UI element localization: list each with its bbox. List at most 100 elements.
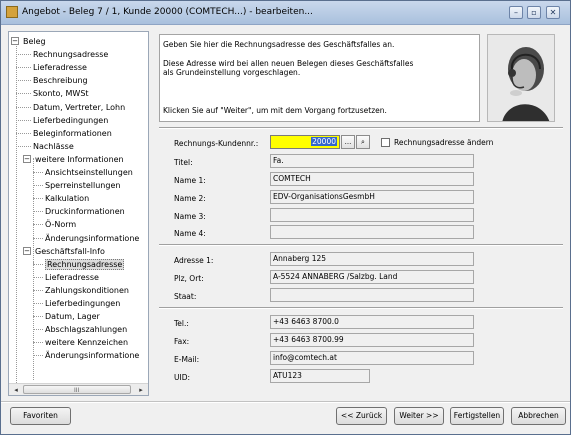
tree-item[interactable]: Rechnungsadresse <box>45 258 125 271</box>
tree-connector <box>33 329 43 330</box>
uid-field[interactable]: ATU123 <box>270 369 370 383</box>
kundennr-label: Rechnungs-Kundennr.: <box>174 139 259 148</box>
tree-item[interactable]: Beleg <box>23 35 46 48</box>
next-button[interactable]: Weiter >> <box>394 407 444 425</box>
tree-item-label: Rechnungsadresse <box>33 50 109 59</box>
tree-line <box>33 158 34 270</box>
kundennr-input[interactable]: 20000 <box>270 135 340 149</box>
section-divider <box>159 127 563 129</box>
wizard-window: Angebot - Beleg 7 / 1, Kunde 20000 (COMT… <box>0 0 571 435</box>
tree-item-label: Ansichtseinstellungen <box>45 168 133 177</box>
tree-item[interactable]: Lieferbedingungen <box>45 297 120 310</box>
tree-item[interactable]: Datum, Lager <box>45 310 100 323</box>
fax-label: Fax: <box>174 337 190 346</box>
name1-field[interactable]: COMTECH <box>270 172 474 186</box>
tree-horizontal-scrollbar[interactable]: ◂ III ▸ <box>9 383 148 395</box>
tree-item[interactable]: Lieferadresse <box>45 271 99 284</box>
tree-item-label: Kalkulation <box>45 194 90 203</box>
tree-connector <box>16 80 31 81</box>
tree-item[interactable]: Ö-Norm <box>45 218 76 231</box>
tree-item-label: Zahlungskonditionen <box>45 286 129 295</box>
panel-splitter[interactable] <box>151 31 154 396</box>
favoriten-button[interactable]: Favoriten <box>10 407 71 425</box>
tree-item[interactable]: weitere Informationen <box>35 153 124 166</box>
tree-item[interactable]: Nachlässe <box>33 140 74 153</box>
scroll-left-icon[interactable]: ◂ <box>10 385 22 395</box>
navigation-tree[interactable]: Beleg − Rechnungsadresse Lieferadresse Besch… <box>8 31 149 396</box>
tree-item-label: Änderungsinformatione <box>45 351 140 360</box>
tree-item[interactable]: weitere Kennzeichen <box>45 336 128 349</box>
collapse-icon[interactable]: − <box>23 247 31 255</box>
search-icon[interactable]: ⌕ <box>356 135 370 149</box>
change-address-checkbox[interactable] <box>381 138 390 147</box>
tree-item-label: Rechnungsadresse <box>45 259 125 270</box>
browse-button[interactable]: ... <box>341 135 355 149</box>
tree-item[interactable]: Rechnungsadresse <box>33 48 108 61</box>
name2-field[interactable]: EDV-OrganisationsGesmbH <box>270 190 474 204</box>
tree-connector <box>33 303 43 304</box>
tree-item[interactable]: Änderungsinformatione <box>45 232 139 245</box>
tree-connector <box>33 185 43 186</box>
minimize-button[interactable]: – <box>509 6 523 19</box>
headset-person-icon <box>488 35 554 121</box>
collapse-icon[interactable]: − <box>11 37 19 45</box>
uid-label: UID: <box>174 373 191 382</box>
window-title: Angebot - Beleg 7 / 1, Kunde 20000 (COMT… <box>22 7 313 17</box>
staat-label: Staat: <box>174 292 197 301</box>
adresse1-label: Adresse 1: <box>174 256 214 265</box>
back-button[interactable]: << Zurück <box>336 407 387 425</box>
name3-label: Name 3: <box>174 212 206 221</box>
tree-item-label: Lieferbedingungen <box>45 299 121 308</box>
tree-connector <box>33 316 43 317</box>
tree-item-label: weitere Informationen <box>35 155 124 164</box>
tree-connector <box>16 67 31 68</box>
tree-item-label: Datum, Vertreter, Lohn <box>33 103 126 112</box>
tree-item-label: weitere Kennzeichen <box>45 338 129 347</box>
tree-item-label: Datum, Lager <box>45 312 100 321</box>
collapse-icon[interactable]: − <box>23 155 31 163</box>
plzort-label: Plz, Ort: <box>174 274 204 283</box>
staat-field[interactable] <box>270 288 474 302</box>
name3-field[interactable] <box>270 208 474 222</box>
tree-item-label: Geschäftsfall-Info <box>35 247 105 256</box>
tree-connector <box>33 290 43 291</box>
plzort-field[interactable]: A-5524 ANNABERG /Salzbg. Land <box>270 270 474 284</box>
tree-item[interactable]: Abschlagszahlungen <box>45 323 127 336</box>
restore-button[interactable]: ▫ <box>527 6 541 19</box>
tree-item-label: Abschlagszahlungen <box>45 325 128 334</box>
tree-item[interactable]: Zahlungskonditionen <box>45 284 129 297</box>
tree-item[interactable]: Lieferadresse <box>33 61 87 74</box>
tree-item[interactable]: Ansichtseinstellungen <box>45 166 133 179</box>
scroll-right-icon[interactable]: ▸ <box>135 385 147 395</box>
name4-field[interactable] <box>270 225 474 239</box>
tree-item[interactable]: Kalkulation <box>45 192 89 205</box>
tree-item-label: Nachlässe <box>33 142 74 151</box>
app-icon <box>6 6 18 18</box>
adresse1-field[interactable]: Annaberg 125 <box>270 252 474 266</box>
name2-label: Name 2: <box>174 194 206 203</box>
tel-field[interactable]: +43 6463 8700.0 <box>270 315 474 329</box>
tree-item[interactable]: Änderungsinformatione <box>45 349 139 362</box>
tree-item[interactable]: Sperreinstellungen <box>45 179 120 192</box>
tel-label: Tel.: <box>174 319 189 328</box>
email-field[interactable]: info@comtech.at <box>270 351 474 365</box>
tree-item[interactable]: Beschreibung <box>33 74 88 87</box>
tree-item[interactable]: Skonto, MWSt <box>33 87 89 100</box>
tree-item[interactable]: Geschäftsfall-Info <box>35 245 105 258</box>
fax-field[interactable]: +43 6463 8700.99 <box>270 333 474 347</box>
close-button[interactable]: ✕ <box>546 6 560 19</box>
tree-item-label: Lieferadresse <box>45 273 99 282</box>
tree-item[interactable]: Datum, Vertreter, Lohn <box>33 101 125 114</box>
scroll-thumb[interactable]: III <box>23 385 131 394</box>
change-address-label: Rechnungsadresse ändern <box>394 138 494 147</box>
tree-connector <box>33 342 43 343</box>
tree-item[interactable]: Druckinformationen <box>45 205 125 218</box>
finish-button[interactable]: Fertigstellen <box>450 407 504 425</box>
tree-item[interactable]: Lieferbedingungen <box>33 114 108 127</box>
tree-item[interactable]: Beleginformationen <box>33 127 112 140</box>
cancel-button[interactable]: Abbrechen <box>511 407 566 425</box>
titel-field[interactable]: Fa. <box>270 154 474 168</box>
tree-connector <box>33 198 43 199</box>
info-line: als Grundeinstellung vorgeschlagen. <box>163 68 301 77</box>
tree-connector <box>16 107 31 108</box>
